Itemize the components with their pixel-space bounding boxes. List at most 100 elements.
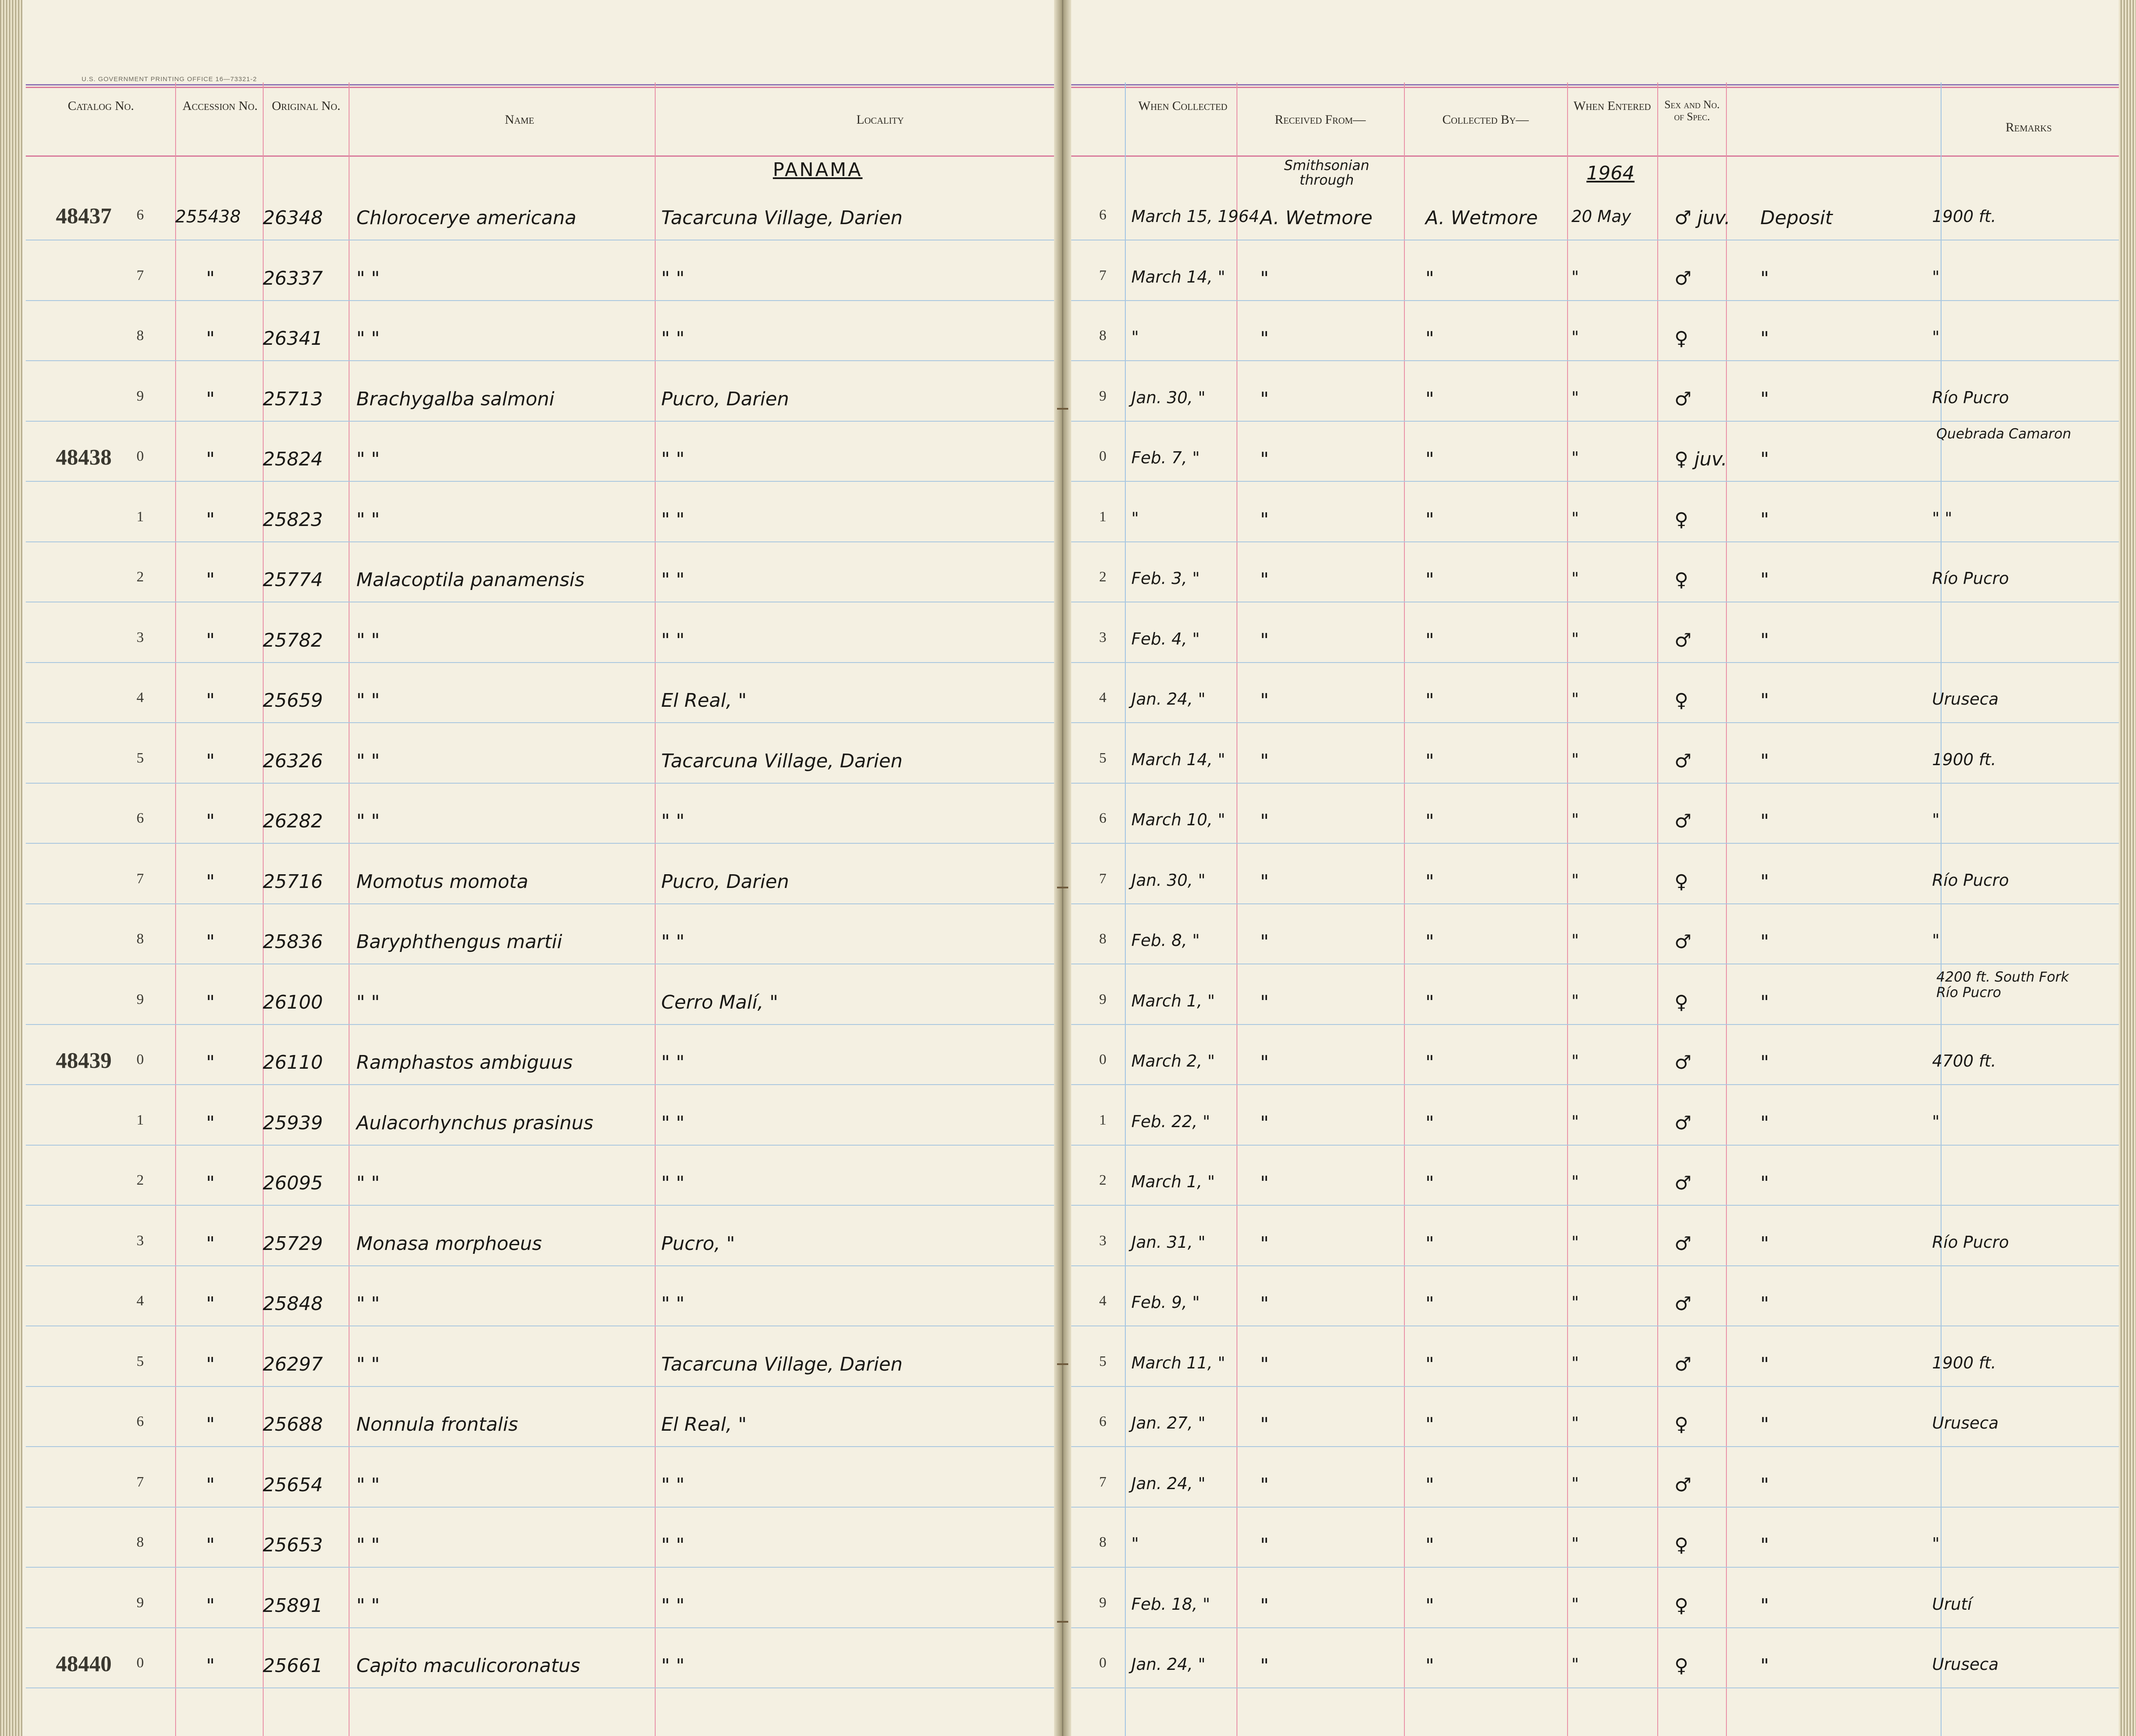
date-entered: " — [1571, 1655, 1579, 1674]
row-index-right: 4 — [1099, 1293, 1106, 1309]
original-number: 26297 — [263, 1353, 323, 1375]
received-from: " — [1260, 1052, 1269, 1073]
original-number: 26337 — [263, 267, 323, 289]
collected-by: " — [1425, 1293, 1434, 1315]
catalog-number: 48440 — [56, 1652, 112, 1676]
accession-number: " — [206, 629, 215, 651]
sex-specimen: ♂ — [1674, 1353, 1692, 1375]
locality: " " — [661, 1534, 685, 1556]
accession-number: " — [206, 1172, 215, 1194]
date-entered: " — [1571, 1594, 1579, 1614]
row-rule — [26, 420, 2119, 422]
received-from: " — [1260, 1353, 1269, 1375]
species-name: " " — [356, 1353, 380, 1375]
row-index: 4 — [137, 690, 144, 705]
page-edge-left — [0, 0, 22, 1736]
date-entered: " — [1571, 569, 1579, 588]
species-name: Aulacorhynchus prasinus — [356, 1112, 593, 1134]
species-name: " " — [356, 810, 380, 832]
received-from: " — [1260, 1594, 1269, 1617]
row-index-right: 9 — [1099, 388, 1106, 404]
collected-by: " — [1425, 1353, 1434, 1375]
row-rule — [26, 541, 2119, 542]
country-annotation: PANAMA — [773, 159, 863, 181]
collected-by: " — [1425, 1655, 1434, 1677]
sex-specimen: ♂ — [1674, 1474, 1692, 1496]
remarks: 1900 ft. — [1932, 207, 1996, 226]
row-index: 2 — [137, 569, 144, 585]
date-collected: March 1, " — [1131, 991, 1215, 1010]
collected-by: " — [1425, 1232, 1434, 1255]
original-number: 26110 — [263, 1052, 323, 1073]
received-from: " — [1260, 1112, 1269, 1134]
locality: " " — [661, 1112, 685, 1134]
date-collected: Feb. 7, " — [1131, 448, 1200, 467]
received-from: " — [1260, 1232, 1269, 1255]
species-name: Chlorocerye americana — [356, 207, 577, 229]
row-rule — [26, 1506, 2119, 1508]
species-name: " " — [356, 629, 380, 651]
accession-number: " — [206, 690, 215, 711]
accession-number: " — [206, 810, 215, 832]
header-when-collected: When Collected — [1138, 99, 1228, 113]
row-index-right: 5 — [1099, 1353, 1106, 1369]
received-from: " — [1260, 629, 1269, 651]
sex-specimen: ♀ — [1674, 690, 1689, 711]
date-collected: Feb. 22, " — [1131, 1112, 1210, 1131]
sex-specimen: ♂ — [1674, 750, 1692, 772]
specimen-status: " — [1760, 1474, 1769, 1496]
row-index: 4 — [137, 1293, 144, 1309]
accession-number: " — [206, 569, 215, 591]
original-number: 25939 — [263, 1112, 323, 1134]
collected-by: " — [1425, 629, 1434, 651]
locality: " " — [661, 1052, 685, 1073]
species-name: " " — [356, 1534, 380, 1556]
row-index: 6 — [137, 207, 144, 223]
locality: " " — [661, 1474, 685, 1496]
row-rule — [26, 1024, 2119, 1025]
collected-by: " — [1425, 1474, 1434, 1496]
page-edge-right — [2119, 0, 2136, 1736]
original-number: 26348 — [263, 207, 323, 229]
specimen-status: " — [1760, 1293, 1769, 1315]
remarks: 1900 ft. — [1932, 1353, 1996, 1372]
date-collected: March 10, " — [1131, 810, 1225, 829]
row-index-right: 1 — [1099, 508, 1106, 525]
row-rule — [26, 722, 2119, 723]
col-rule — [1726, 82, 1727, 1736]
date-collected: March 14, " — [1131, 750, 1225, 769]
collected-by: " — [1425, 1414, 1434, 1435]
row-index: 7 — [137, 1474, 144, 1490]
sex-specimen: ♀ — [1674, 1414, 1689, 1435]
received-from: " — [1260, 388, 1269, 410]
species-name: " " — [356, 328, 380, 350]
original-number: 25713 — [263, 388, 323, 410]
row-index: 1 — [137, 508, 144, 525]
date-entered: 20 May — [1571, 207, 1631, 226]
received-from: " — [1260, 1172, 1269, 1194]
row-index-right: 9 — [1099, 1594, 1106, 1611]
row-index: 6 — [137, 810, 144, 826]
row-index: 3 — [137, 1232, 144, 1249]
locality: " " — [661, 1594, 685, 1617]
original-number: 25659 — [263, 690, 323, 711]
remarks: " " — [1932, 508, 1953, 528]
species-name: " " — [356, 690, 380, 711]
row-index-right: 8 — [1099, 931, 1106, 947]
row-index: 7 — [137, 870, 144, 887]
locality: Tacarcuna Village, Darien — [661, 1353, 903, 1375]
row-rule — [26, 903, 2119, 904]
original-number: 25729 — [263, 1232, 323, 1255]
species-name: Ramphastos ambiguus — [356, 1052, 573, 1073]
date-collected: Jan. 27, " — [1131, 1414, 1206, 1432]
species-name: " " — [356, 750, 380, 772]
date-collected: Feb. 3, " — [1131, 569, 1200, 588]
catalog-number: 48438 — [56, 445, 112, 470]
specimen-status: " — [1760, 629, 1769, 651]
accession-number: " — [206, 1052, 215, 1073]
original-number: 25654 — [263, 1474, 323, 1496]
sex-specimen: ♀ — [1674, 870, 1689, 893]
locality: " " — [661, 1655, 685, 1677]
specimen-status: Deposit — [1760, 207, 1833, 229]
row-index-right: 2 — [1099, 569, 1106, 585]
